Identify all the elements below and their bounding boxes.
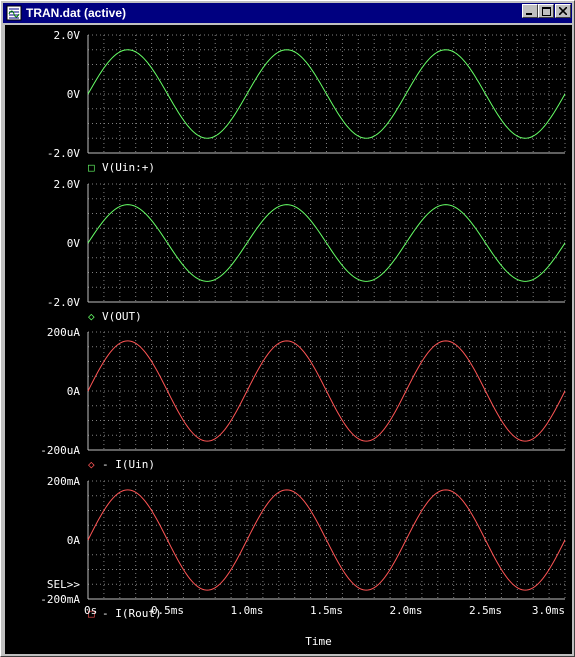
x-tick-label: 0s [84,604,97,617]
legend-label: - I(Uin) [102,458,155,471]
maximize-icon [541,6,551,16]
y-tick-label: 2.0V [54,29,81,42]
plot-area[interactable]: 2.0V 0V -2.0V □ V(Uin:+) 2.0V 0V -2.0V ◇ V(OUT) 20… [5,25,572,654]
x-tick-label: 3.0ms [532,604,565,617]
legend-label: V(Uin:+) [102,161,155,174]
y-tick-label: 0A [67,385,81,398]
x-tick-label: 2.0ms [389,604,422,617]
y-tick-label: 0V [67,88,81,101]
panel-1: 2.0V 0V -2.0V □ V(Uin:+) [47,29,566,174]
y-tick-label: 0A [67,534,81,547]
panel-3: 200uA 0A -200uA ◇ - I(Uin) [40,326,566,471]
close-icon [559,7,567,15]
x-tick-label: 1.5ms [310,604,343,617]
waveform-plots[interactable]: 2.0V 0V -2.0V □ V(Uin:+) 2.0V 0V -2.0V ◇ V(OUT) 20… [5,25,572,654]
y-tick-label: 0V [67,237,81,250]
y-tick-label: -2.0V [47,296,80,309]
trace-3 [87,340,566,442]
legend-label: V(OUT) [102,310,142,323]
y-tick-label: 200mA [47,475,80,488]
probe-window: TRAN.dat (active) 2.0V 0V -2.0V □ V(Uin:+) 2.… [0,0,575,657]
y-tick-label: -2.0V [47,147,80,160]
maximize-button[interactable] [538,4,554,18]
y-tick-label: -200mA [40,593,80,606]
close-button[interactable] [555,4,571,18]
title-bar[interactable]: TRAN.dat (active) [3,3,572,23]
trace-4 [87,489,566,591]
y-tick-label: 200uA [47,326,80,339]
panel-4: 200mA0A-200mA□ - I(Rout) [40,475,566,620]
x-axis-title: Time [305,635,332,648]
sel-marker: SEL>> [47,578,80,591]
legend-marker: ◇ [88,310,95,323]
minimize-icon [526,13,532,15]
y-tick-label: 2.0V [54,178,81,191]
y-tick-label: -200uA [40,444,80,457]
panel-2: 2.0V 0V -2.0V ◇ V(OUT) [47,178,566,323]
legend-marker: □ [88,161,95,174]
probe-window-icon[interactable] [6,5,22,21]
x-tick-label: 1.0ms [230,604,263,617]
legend-marker: ◇ [88,458,95,471]
minimize-button[interactable] [522,4,538,18]
x-tick-label: 2.5ms [469,604,502,617]
x-tick-label: 0.5ms [151,604,184,617]
window-title: TRAN.dat (active) [26,6,127,20]
